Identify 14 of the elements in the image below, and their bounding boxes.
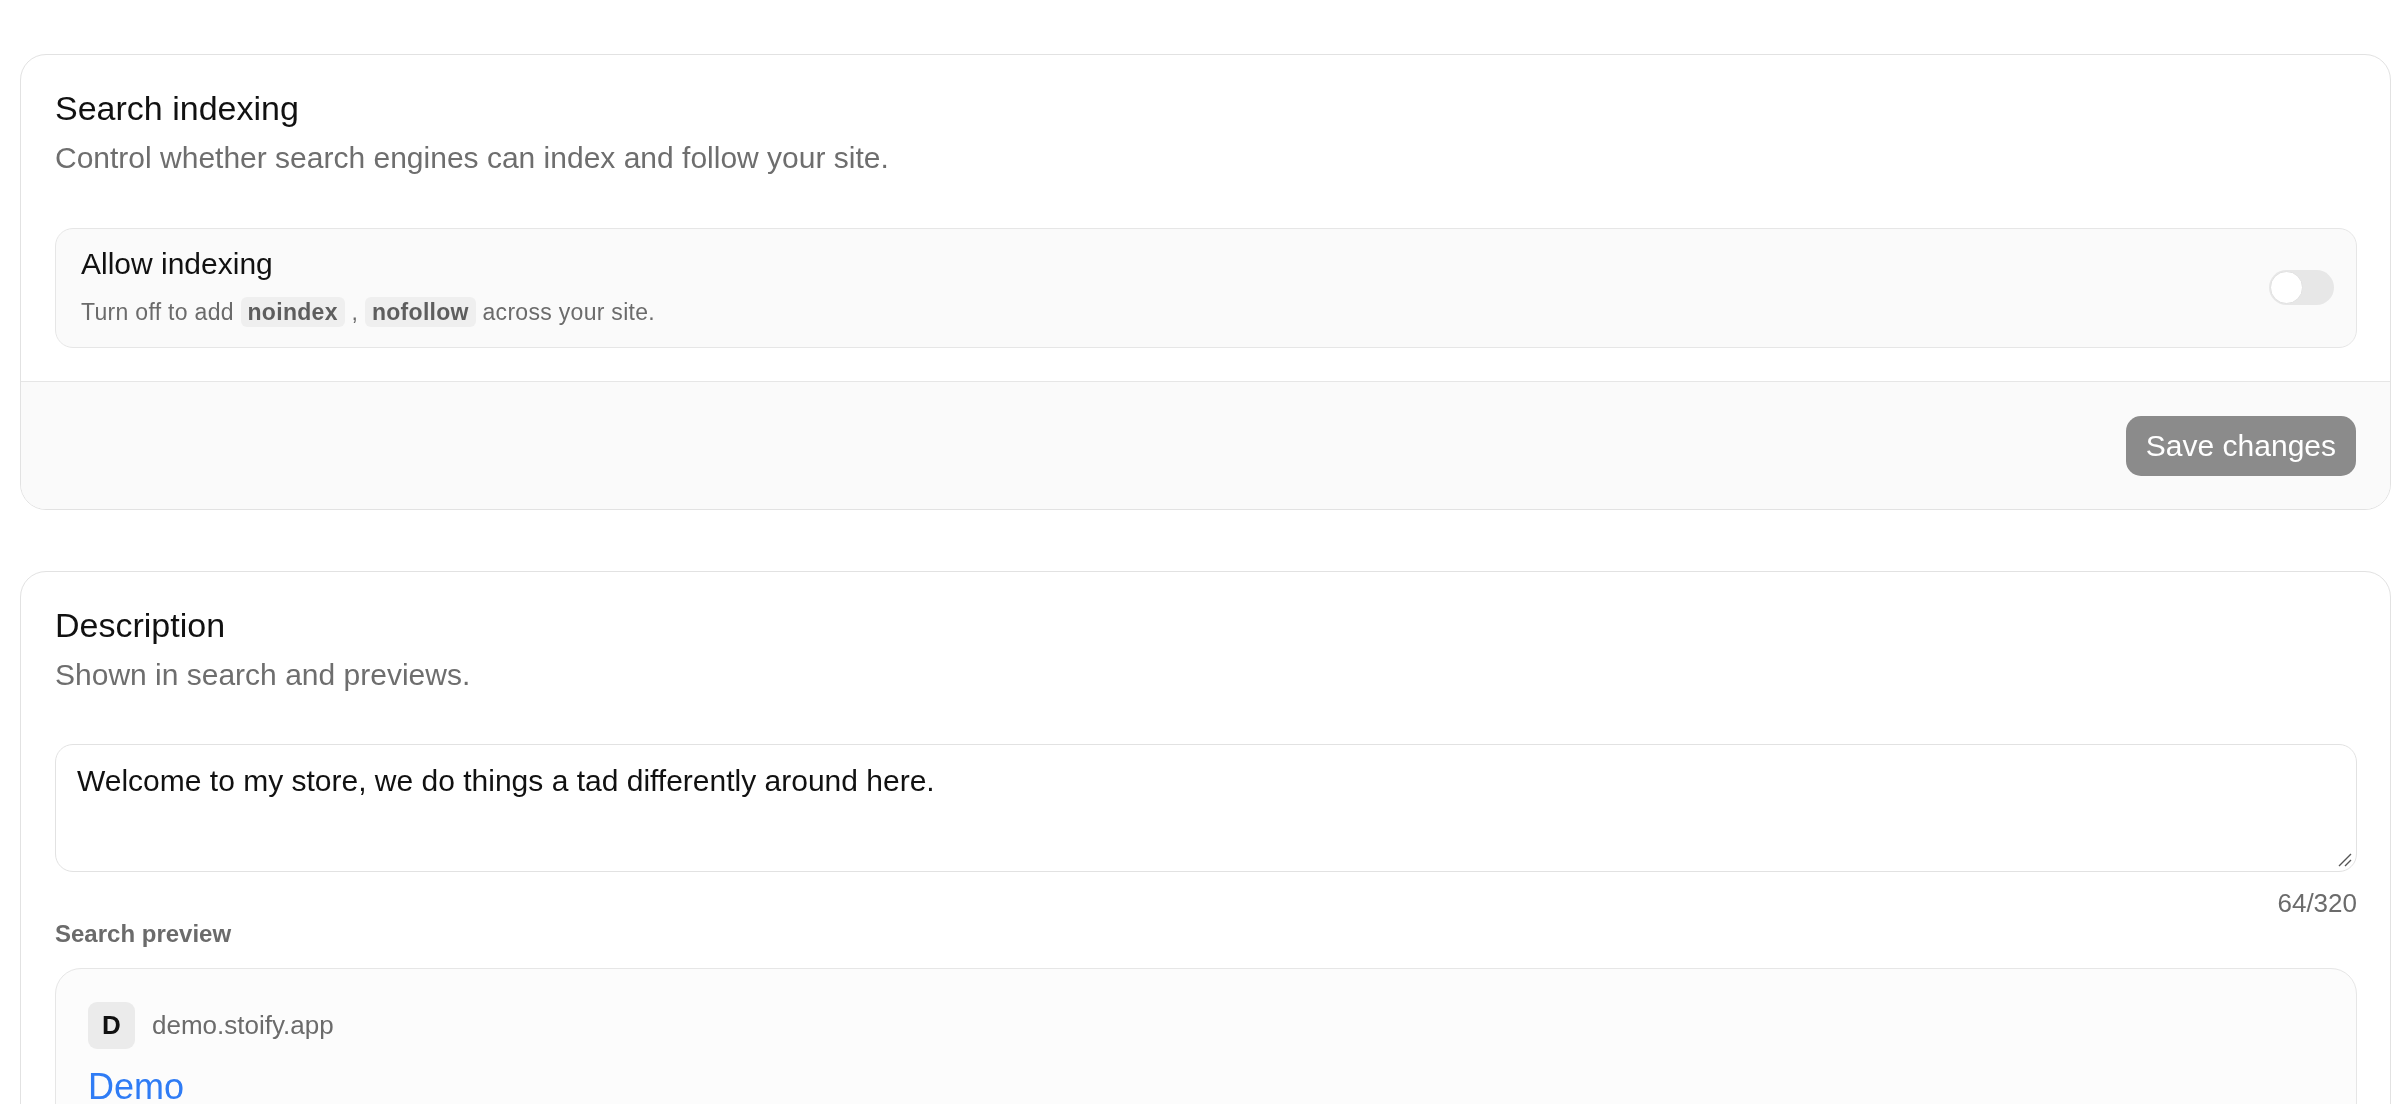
setting-label: Allow indexing [81,246,274,282]
section-title: Search indexing [55,88,300,128]
preview-label: Search preview [55,919,233,949]
section-title: Description [55,605,227,645]
section-subtitle: Shown in search and previews. [55,657,472,693]
character-counter: 64/320 [2277,887,2357,919]
section-subtitle: Control whether search engines can index and follow your site. [55,140,890,176]
setting-hint: Turn off to add noindex , nofollow across your site. [81,296,656,328]
resize-grip-icon[interactable] [2338,853,2352,867]
site-avatar: D [88,1002,135,1049]
description-field[interactable]: Welcome to my store, we do things a tad differently around here. [55,744,2357,872]
preview-url: demo.stoify.app [152,1010,334,1041]
preview-title-link[interactable]: Demo [88,1066,185,1104]
toggle-switch[interactable] [2269,269,2334,305]
